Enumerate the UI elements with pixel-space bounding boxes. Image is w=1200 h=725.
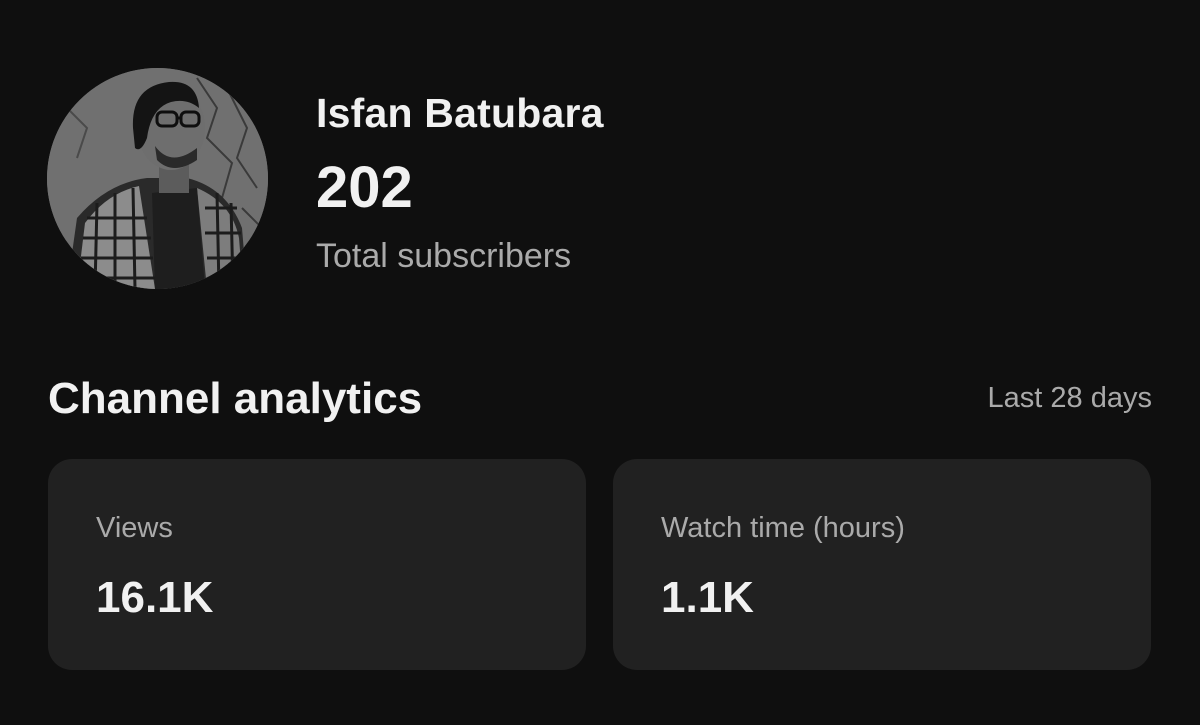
views-card[interactable]: Views 16.1K — [48, 459, 586, 670]
watch-time-value: 1.1K — [661, 573, 754, 622]
channel-dashboard: Isfan Batubara 202 Total subscribers Cha… — [0, 0, 1200, 725]
views-label: Views — [96, 512, 173, 544]
avatar-image — [47, 68, 268, 289]
subscriber-label: Total subscribers — [316, 237, 572, 275]
watch-time-label: Watch time (hours) — [661, 512, 905, 544]
analytics-title: Channel analytics — [48, 374, 423, 423]
channel-name: Isfan Batubara — [316, 90, 604, 136]
analytics-period: Last 28 days — [987, 382, 1152, 414]
views-value: 16.1K — [96, 573, 214, 622]
channel-avatar[interactable] — [47, 68, 268, 289]
watch-time-card[interactable]: Watch time (hours) 1.1K — [613, 459, 1151, 670]
subscriber-count: 202 — [316, 155, 413, 220]
